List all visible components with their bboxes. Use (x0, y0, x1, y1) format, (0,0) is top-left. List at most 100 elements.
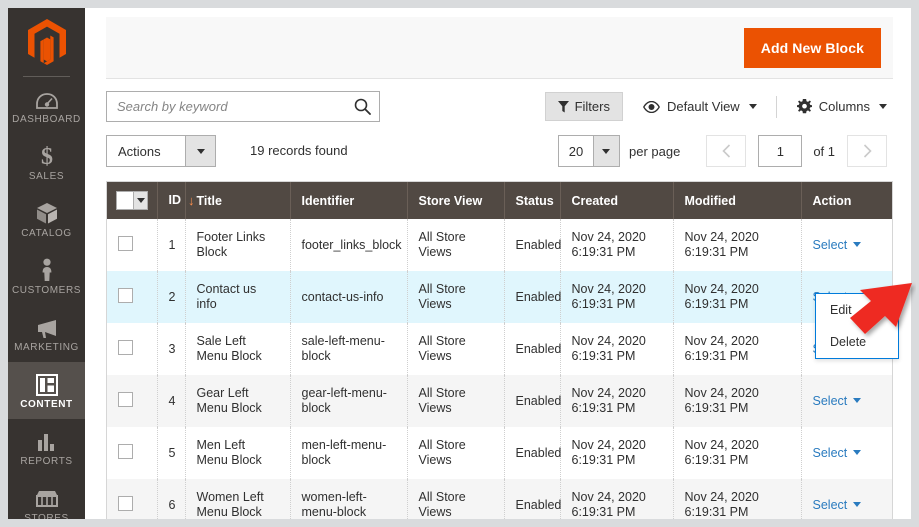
records-found-text: 19 records found (250, 143, 348, 158)
row-checkbox-cell[interactable] (107, 427, 158, 479)
cell-title: Gear Left Menu Block (185, 375, 291, 427)
cell-store-view: All Store Views (407, 271, 505, 323)
row-action-menu[interactable]: Edit Delete (815, 293, 899, 359)
column-header-created[interactable]: Created (560, 182, 674, 219)
table-row[interactable]: 4 Gear Left Menu Block gear-left-menu-bloc… (107, 375, 892, 427)
mass-actions-select[interactable]: Actions (106, 135, 216, 167)
cell-identifier: footer_links_block (290, 219, 408, 271)
cell-status: Enabled (504, 323, 561, 375)
cell-title: Contact us info (185, 271, 291, 323)
row-select-action[interactable]: Select (813, 446, 862, 460)
sidebar-item-stores[interactable]: Stores (8, 476, 85, 519)
row-checkbox-cell[interactable] (107, 375, 158, 427)
person-icon (38, 258, 56, 282)
cell-title: Women Left Menu Block (185, 479, 291, 519)
cell-status: Enabled (504, 479, 561, 519)
table-row[interactable]: 2 Contact us info contact-us-info All Store… (107, 271, 892, 323)
row-checkbox[interactable] (118, 443, 133, 459)
sidebar-item-reports[interactable]: Reports (8, 419, 85, 476)
row-checkbox-cell[interactable] (107, 219, 158, 271)
row-checkbox[interactable] (118, 339, 133, 355)
column-header-id[interactable]: ID ↓ (157, 182, 195, 219)
menu-item-edit[interactable]: Edit (816, 294, 898, 326)
sidebar-item-content[interactable]: Content (8, 362, 85, 419)
row-checkbox-cell[interactable] (107, 323, 158, 375)
cell-modified: Nov 24, 2020 6:19:31 PM (673, 479, 802, 519)
table-row[interactable]: 3 Sale Left Menu Block sale-left-menu-bloc… (107, 323, 892, 375)
admin-sidebar: Dashboard $ Sales Catal (8, 8, 85, 519)
row-checkbox-cell[interactable] (107, 479, 158, 519)
column-header-identifier[interactable]: Identifier (290, 182, 408, 219)
columns-dropdown[interactable]: Columns (796, 99, 887, 114)
next-page-button[interactable] (847, 135, 887, 167)
chevron-down-icon (853, 449, 862, 455)
row-checkbox[interactable] (118, 495, 133, 511)
table-row[interactable]: 1 Footer Links Block footer_links_block All… (107, 219, 892, 271)
cell-id: 2 (157, 271, 186, 323)
table-body: 1 Footer Links Block footer_links_block All… (107, 219, 892, 519)
cell-store-view: All Store Views (407, 219, 505, 271)
row-checkbox[interactable] (118, 287, 133, 303)
magento-logo[interactable] (8, 8, 85, 76)
per-page-select[interactable]: 20 (557, 135, 620, 167)
megaphone-icon (35, 315, 59, 339)
row-checkbox-cell[interactable] (107, 271, 158, 323)
cell-modified: Nov 24, 2020 6:19:31 PM (673, 323, 802, 375)
cell-id: 5 (157, 427, 186, 479)
columns-label: Columns (818, 99, 870, 114)
sidebar-item-dashboard[interactable]: Dashboard (8, 77, 85, 134)
total-pages-label: of 1 (813, 143, 835, 159)
add-new-block-button[interactable]: Add New Block (743, 28, 881, 68)
bar-chart-icon (36, 429, 58, 453)
sidebar-item-marketing[interactable]: Marketing (8, 305, 85, 362)
row-checkbox[interactable] (118, 391, 133, 407)
screenshot-root: Dashboard $ Sales Catal (0, 0, 919, 527)
sidebar-item-customers[interactable]: Customers (8, 248, 85, 305)
row-select-action[interactable]: Select (813, 238, 862, 252)
sidebar-item-sales[interactable]: $ Sales (8, 134, 85, 191)
cell-store-view: All Store Views (407, 375, 505, 427)
filters-button[interactable]: Filters (544, 92, 623, 121)
sidebar-item-label: Dashboard (12, 113, 81, 125)
sidebar-item-label: Sales (28, 170, 65, 182)
search-box[interactable] (106, 91, 380, 122)
column-header-status[interactable]: Status (504, 182, 561, 219)
cell-created: Nov 24, 2020 6:19:31 PM (560, 375, 674, 427)
cell-status: Enabled (504, 375, 561, 427)
column-header-modified[interactable]: Modified (673, 182, 802, 219)
toolbar-divider (775, 95, 777, 118)
table-row[interactable]: 5 Men Left Menu Block men-left-menu-block A… (107, 427, 892, 479)
storefront-icon (35, 486, 59, 510)
table-header-row: ID ↓ Title Identifier Store View Status C… (107, 182, 892, 219)
column-header-store-view[interactable]: Store View (407, 182, 505, 219)
default-view-dropdown[interactable]: Default View (642, 99, 757, 114)
chevron-left-icon (722, 144, 730, 158)
cell-status: Enabled (504, 219, 561, 271)
search-input[interactable] (107, 99, 345, 114)
filters-label: Filters (574, 99, 610, 114)
cell-id: 4 (157, 375, 186, 427)
select-all-header[interactable] (107, 182, 158, 219)
pager: 20 per page of 1 (557, 135, 887, 167)
checkbox-dropdown-icon[interactable] (116, 191, 148, 210)
cell-action: Select (801, 427, 892, 479)
sidebar-item-catalog[interactable]: Catalog (8, 191, 85, 248)
column-header-title[interactable]: Title (185, 182, 291, 219)
row-select-action[interactable]: Select (813, 394, 862, 408)
grid-toolbar-second: Actions 19 records found 20 per page 1 o… (106, 135, 893, 175)
cell-store-view: All Store Views (407, 427, 505, 479)
sidebar-item-label: Stores (24, 512, 69, 520)
per-page-value: 20 (568, 143, 584, 159)
cell-identifier: contact-us-info (290, 271, 408, 323)
previous-page-button[interactable] (706, 135, 747, 167)
row-checkbox[interactable] (118, 235, 133, 251)
magnifier-icon (354, 98, 371, 115)
table-row[interactable]: 6 Women Left Menu Block women-left-menu-bl… (107, 479, 892, 519)
current-page-input[interactable] (758, 135, 803, 167)
search-button[interactable] (345, 92, 379, 121)
main-content: Add New Block Search by keyword Filters … (85, 8, 911, 519)
menu-item-delete[interactable]: Delete (816, 326, 898, 358)
cell-identifier: women-left-menu-block (290, 479, 408, 519)
sidebar-item-label: Content (20, 398, 73, 410)
row-select-action[interactable]: Select (813, 498, 862, 512)
